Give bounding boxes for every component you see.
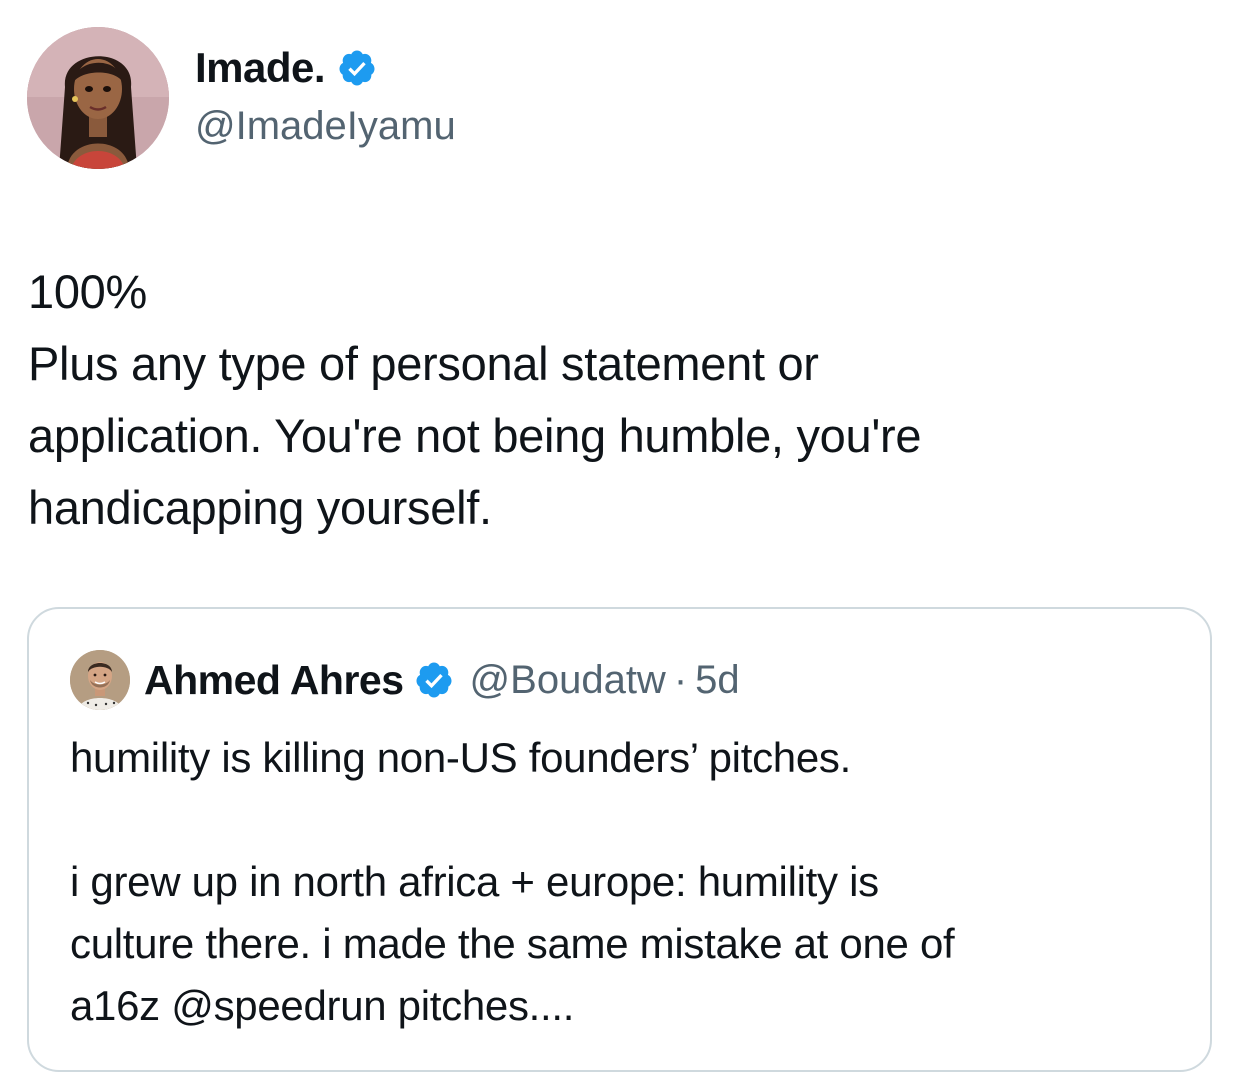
quoted-text-line: humility is killing non-US founders’ pit…: [70, 734, 851, 781]
tweet-text-line: handicapping yourself.: [28, 481, 492, 534]
quoted-text-line: i grew up in north africa + europe: humi…: [70, 858, 879, 905]
tweet-card: Imade. @ImadeIyamu 100% Plus any type of…: [0, 0, 1242, 1088]
quoted-tweet-header: Ahmed Ahres @Boudatw · 5d: [70, 649, 740, 711]
quoted-text-line: culture there. i made the same mistake a…: [70, 920, 955, 967]
header-separator: ·: [673, 657, 688, 702]
tweet-text: 100% Plus any type of personal statement…: [28, 256, 1208, 544]
author-avatar[interactable]: [27, 27, 169, 169]
author-name-row: Imade.: [195, 38, 377, 98]
quoted-tweet-timestamp[interactable]: 5d: [695, 658, 740, 703]
quoted-tweet-text: humility is killing non-US founders’ pit…: [70, 727, 1180, 1037]
author-handle[interactable]: @ImadeIyamu: [195, 104, 456, 149]
quoted-tweet-card[interactable]: Ahmed Ahres @Boudatw · 5d humility is ki…: [27, 607, 1212, 1072]
author-display-name[interactable]: Imade.: [195, 44, 326, 92]
tweet-text-line: Plus any type of personal statement or: [28, 337, 819, 390]
quoted-author-handle[interactable]: @Boudatw: [470, 658, 666, 703]
verified-badge-icon: [414, 660, 454, 700]
quoted-text-line: [70, 789, 1180, 851]
tweet-text-line: 100%: [28, 265, 148, 318]
avatar-photo-icon: [70, 650, 130, 710]
tweet-text-line: application. You're not being humble, yo…: [28, 409, 922, 462]
quoted-text-line: a16z @speedrun pitches....: [70, 982, 575, 1029]
quoted-author-avatar[interactable]: [70, 650, 130, 710]
verified-badge-icon: [337, 48, 377, 88]
quoted-author-name[interactable]: Ahmed Ahres: [144, 657, 404, 704]
avatar-illustration-icon: [27, 27, 169, 169]
